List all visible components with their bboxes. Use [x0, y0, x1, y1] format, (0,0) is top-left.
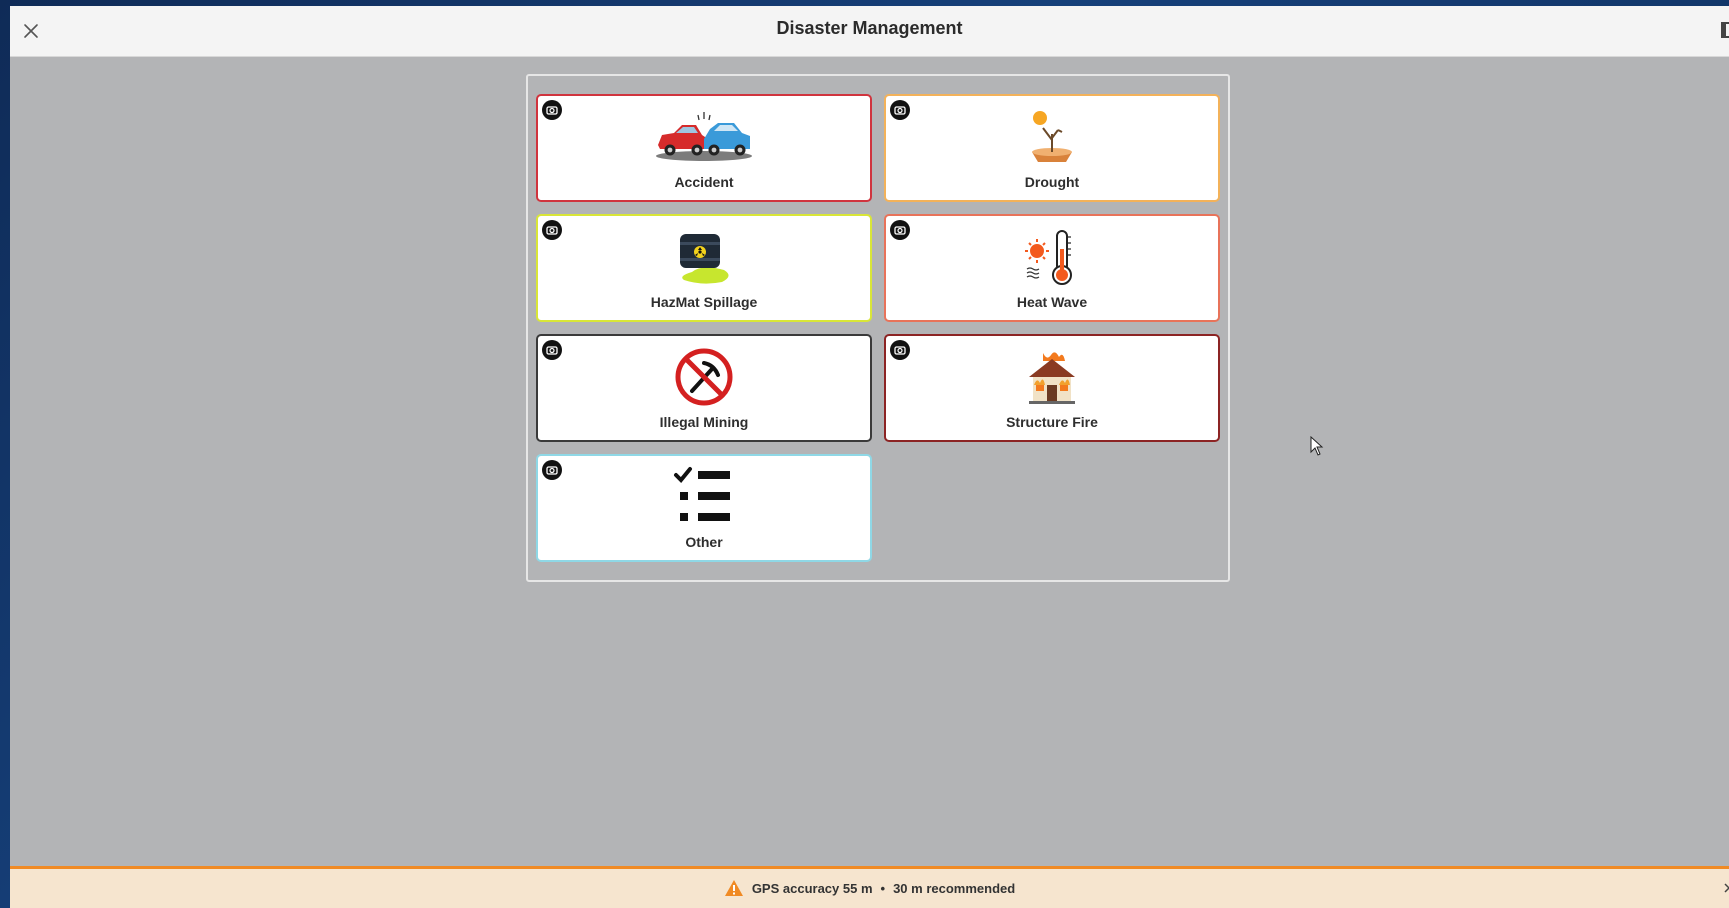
- tile-heat-wave[interactable]: Heat Wave: [884, 214, 1220, 322]
- thermometer-sun-icon: [1025, 230, 1072, 285]
- gps-status-bar: GPS accuracy 55 m • 30 m recommended: [10, 866, 1729, 908]
- tile-label: Illegal Mining: [659, 414, 749, 430]
- top-bar: Disaster Management: [10, 6, 1729, 57]
- tile-label: Drought: [1024, 174, 1080, 190]
- drought-icon: [1032, 111, 1072, 162]
- hazmat-barrel-icon: [680, 234, 729, 284]
- tile-other[interactable]: Other: [536, 454, 872, 562]
- separator-dot: •: [880, 880, 886, 896]
- tile-label: Accident: [674, 174, 734, 190]
- gps-accuracy-text: GPS accuracy 55 m: [751, 880, 873, 896]
- panel-icon[interactable]: [1721, 22, 1729, 38]
- category-panel: Accident Drought HazMat Spillage Heat Wa…: [526, 74, 1230, 582]
- warning-icon: [724, 880, 743, 896]
- tile-hazmat-spillage[interactable]: HazMat Spillage: [536, 214, 872, 322]
- tile-label: HazMat Spillage: [650, 294, 758, 310]
- app-window: Disaster Management Accident Drought Haz…: [10, 6, 1729, 908]
- tile-label: Other: [685, 534, 723, 550]
- close-icon[interactable]: [1723, 881, 1729, 895]
- checklist-icon: [674, 467, 730, 521]
- no-mining-icon: [675, 348, 733, 406]
- tile-drought[interactable]: Drought: [884, 94, 1220, 202]
- mouse-cursor-icon: [1310, 436, 1324, 456]
- tile-label: Structure Fire: [1006, 414, 1098, 430]
- tile-accident[interactable]: Accident: [536, 94, 872, 202]
- tile-illegal-mining[interactable]: Illegal Mining: [536, 334, 872, 442]
- car-crash-icon: [656, 112, 752, 161]
- gps-recommended-text: 30 m recommended: [893, 880, 1016, 896]
- page-title: Disaster Management: [776, 18, 963, 38]
- house-fire-icon: [1029, 352, 1075, 404]
- tile-label: Heat Wave: [1016, 294, 1088, 310]
- tile-structure-fire[interactable]: Structure Fire: [884, 334, 1220, 442]
